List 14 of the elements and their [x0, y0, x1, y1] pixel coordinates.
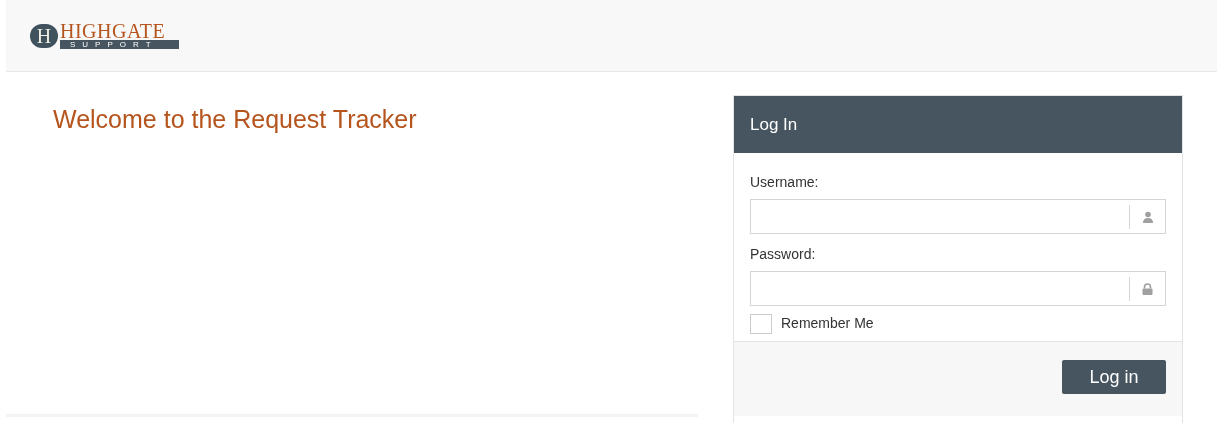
password-field[interactable]: [750, 271, 1166, 306]
remember-label: Remember Me: [781, 314, 874, 333]
username-field[interactable]: [750, 199, 1166, 234]
user-icon: [1141, 210, 1154, 223]
login-button[interactable]: Log in: [1062, 360, 1166, 394]
login-title: Log In: [750, 113, 798, 136]
field-label: Password:: [750, 245, 817, 264]
remember-checkbox[interactable]: [750, 313, 772, 334]
field-label: Username:: [750, 173, 820, 192]
lock-icon: [1142, 282, 1153, 295]
logo-name: HIGHGATE: [60, 22, 167, 40]
logo-tagline: SUPPORT: [60, 40, 179, 49]
logo-mark: H: [30, 23, 58, 48]
welcome-heading: Welcome to the Request Tracker: [53, 104, 418, 134]
